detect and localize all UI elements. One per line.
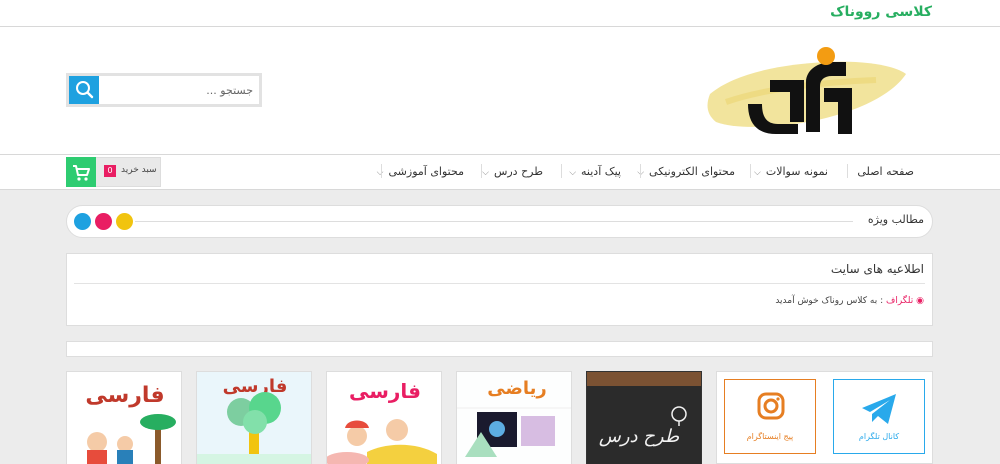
chevron-down-icon: ⌵ bbox=[482, 168, 489, 178]
nav-peyk-adineh[interactable]: پیک آدینه ⌵ bbox=[569, 165, 621, 178]
notice-separator: : bbox=[880, 296, 884, 306]
telegram-icon bbox=[862, 394, 896, 424]
site-logo[interactable] bbox=[706, 42, 910, 142]
card-title: طرح درس bbox=[599, 426, 680, 447]
nav-home-label: صفحه اصلی bbox=[857, 165, 914, 178]
chevron-down-icon: ⌵ bbox=[754, 168, 761, 178]
bullet-icon: ◉ bbox=[916, 296, 924, 306]
featured-divider bbox=[135, 221, 853, 222]
card-title: فارسی bbox=[85, 383, 164, 408]
search-button[interactable] bbox=[69, 76, 99, 104]
telegram-link[interactable]: کانال تلگرام bbox=[833, 379, 925, 454]
instagram-link[interactable]: پیج اینستاگرام bbox=[724, 379, 816, 454]
notice-tag: تلگراف bbox=[886, 296, 914, 306]
empty-section bbox=[66, 341, 933, 357]
cart-icon bbox=[73, 165, 90, 181]
notice-item[interactable]: ◉ تلگراف : به کلاس روناک خوش آمدید bbox=[775, 296, 924, 306]
cart-icon-button[interactable] bbox=[66, 157, 96, 187]
nav-educational-content[interactable]: محتوای آموزشی⌵ bbox=[377, 165, 464, 178]
instagram-icon bbox=[757, 392, 785, 420]
search-input[interactable] bbox=[101, 76, 259, 104]
telegram-label: کانال تلگرام bbox=[858, 432, 900, 441]
book-card-farsi[interactable]: فارسی bbox=[66, 371, 182, 464]
book-card-lesson-plan[interactable]: طرح درس bbox=[586, 371, 702, 464]
nav-divider bbox=[381, 164, 382, 178]
featured-title: مطالب ویژه bbox=[867, 213, 924, 226]
nav-lesson-plan-label: طرح درس bbox=[493, 165, 543, 178]
book-card-farsi[interactable]: فارسی bbox=[196, 371, 312, 464]
notices-panel bbox=[66, 253, 933, 326]
nav-divider bbox=[640, 164, 641, 178]
notices-divider bbox=[74, 283, 925, 284]
nav-educational-content-label: محتوای آموزشی bbox=[388, 165, 465, 178]
slider-dot-blue[interactable] bbox=[74, 213, 91, 230]
cart-label: سبد خرید bbox=[121, 165, 157, 175]
nav-electronic-content-label: محتوای الکترونیکی bbox=[649, 165, 735, 178]
chevron-down-icon: ⌵ bbox=[569, 168, 577, 178]
search-form bbox=[66, 73, 262, 107]
nav-divider bbox=[481, 164, 482, 178]
nav-electronic-content[interactable]: محتوای الکترونیکی⌵ bbox=[637, 165, 735, 178]
nav-sample-questions-label: نمونه سوالات bbox=[765, 165, 828, 178]
nav-lesson-plan[interactable]: طرح درس ⌵ bbox=[482, 165, 543, 178]
cart-count-badge: 0 bbox=[104, 165, 116, 177]
card-title: ریاضی bbox=[487, 378, 546, 399]
instagram-label: پیج اینستاگرام bbox=[746, 432, 794, 441]
nav-divider bbox=[561, 164, 562, 178]
notice-text: به کلاس روناک خوش آمدید bbox=[775, 296, 878, 306]
book-card-farsi[interactable]: فارسی bbox=[326, 371, 442, 464]
book-card-math[interactable]: ریاضی bbox=[456, 371, 572, 464]
slider-dot-yellow[interactable] bbox=[116, 213, 133, 230]
notices-title: اطلاعیه های سایت bbox=[830, 262, 924, 276]
nav-divider bbox=[847, 164, 848, 178]
nav-sample-questions[interactable]: نمونه سوالات ⌵ bbox=[754, 165, 828, 178]
card-title: فارسی bbox=[349, 379, 421, 403]
nav-home[interactable]: صفحه اصلی bbox=[857, 165, 914, 178]
slider-dot-pink[interactable] bbox=[95, 213, 112, 230]
nav-divider bbox=[750, 164, 751, 178]
search-icon bbox=[76, 81, 94, 99]
site-title[interactable]: کلاسی رووناک bbox=[830, 4, 932, 20]
nav-peyk-adineh-label: پیک آدینه bbox=[581, 165, 621, 178]
card-title: فارسی bbox=[223, 376, 288, 397]
